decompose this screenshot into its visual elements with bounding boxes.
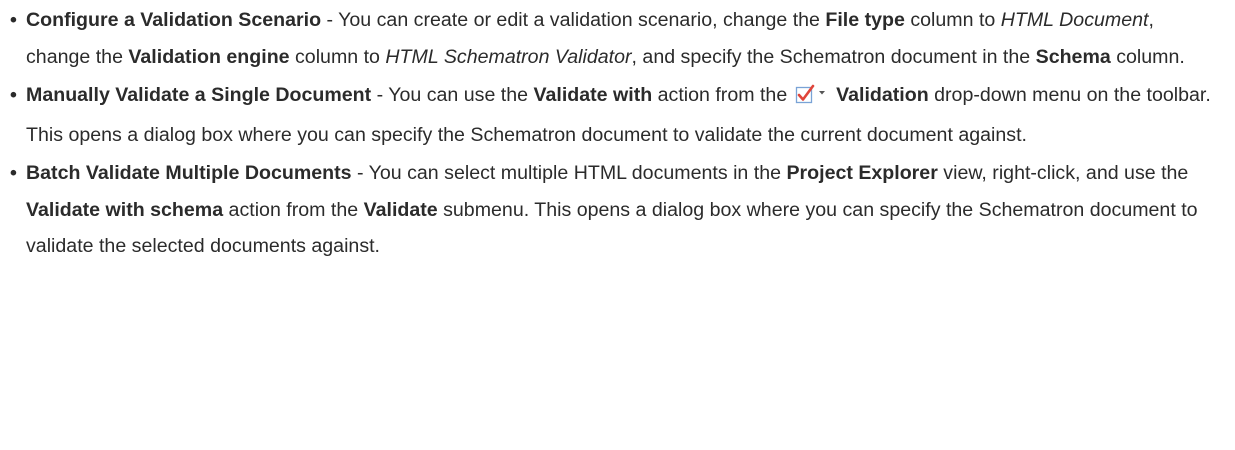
ui-term: Validate — [363, 198, 438, 221]
ui-term: Validate with schema — [26, 198, 224, 221]
validation-checkbox-icon — [795, 80, 829, 117]
item-title: Manually Validate a Single Document — [26, 84, 372, 106]
text-fragment: - You can select multiple HTML documents… — [351, 162, 787, 184]
text-fragment: , and specify the Schematron document in… — [631, 45, 1036, 68]
document-body: • Configure a Validation Scenario - You … — [0, 0, 1235, 450]
validation-methods-list: • Configure a Validation Scenario - You … — [4, 2, 1215, 265]
ui-term: Validate with — [533, 84, 653, 106]
list-item-batch-validate: • Batch Validate Multiple Documents - Yo… — [4, 155, 1215, 265]
list-item-configure-scenario: • Configure a Validation Scenario - You … — [4, 2, 1215, 75]
ui-term: Project Explorer — [786, 162, 938, 184]
value-term: HTML Schematron Validator — [385, 45, 632, 68]
text-fragment: column to — [289, 45, 386, 68]
ui-term: Validation engine — [128, 45, 290, 68]
bullet-marker: • — [10, 162, 17, 184]
text-fragment: column. — [1110, 45, 1185, 68]
text-fragment: view, right-click, and use the — [937, 162, 1189, 184]
value-term: HTML Document — [1000, 9, 1149, 31]
list-item-manual-validate: • Manually Validate a Single Document - … — [4, 77, 1215, 153]
item-title: Batch Validate Multiple Documents — [26, 162, 352, 184]
text-fragment: action from the — [652, 84, 793, 106]
text-fragment: - You can create or edit a validation sc… — [321, 9, 826, 31]
item-title: Configure a Validation Scenario — [26, 9, 322, 31]
ui-term: Schema — [1035, 45, 1111, 68]
text-fragment: - You can use the — [371, 84, 534, 106]
text-fragment: action from the — [223, 198, 364, 221]
ui-term: File type — [825, 9, 905, 31]
text-fragment: column to — [904, 9, 1001, 31]
ui-term: Validation — [836, 84, 929, 106]
bullet-marker: • — [10, 84, 17, 106]
bullet-marker: • — [10, 9, 17, 31]
